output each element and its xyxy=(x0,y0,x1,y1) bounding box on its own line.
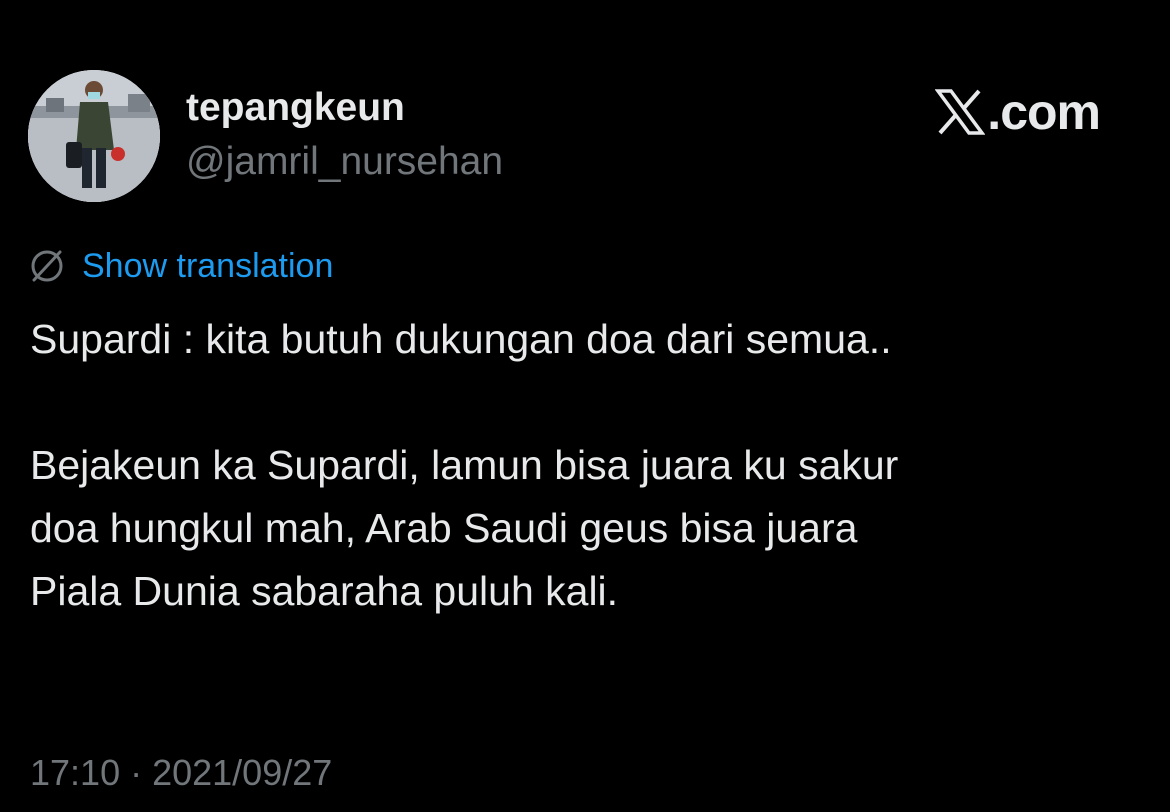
brand-watermark: .com xyxy=(935,84,1101,140)
tweet-body: Supardi : kita butuh dukungan doa dari s… xyxy=(30,308,1140,623)
show-translation-link[interactable]: Show translation xyxy=(82,247,333,286)
globe-slash-icon xyxy=(31,250,63,282)
tweet-timestamp[interactable]: 17:10 · 2021/09/27 xyxy=(30,752,332,794)
brand-domain-text: .com xyxy=(987,84,1101,140)
author-display-name[interactable]: tepangkeun xyxy=(186,86,405,131)
avatar[interactable] xyxy=(28,70,160,202)
tweet-line: Piala Dunia sabaraha puluh kali. xyxy=(30,568,619,614)
tweet-line: Bejakeun ka Supardi, lamun bisa juara ku… xyxy=(30,442,899,488)
avatar-photo xyxy=(28,70,160,202)
author-handle[interactable]: @jamril_nursehan xyxy=(186,140,503,185)
show-translation-row[interactable]: Show translation xyxy=(28,244,333,288)
x-logo-icon xyxy=(935,89,986,135)
tweet-line: doa hungkul mah, Arab Saudi geus bisa ju… xyxy=(30,505,858,551)
tweet-line: Supardi : kita butuh dukungan doa dari s… xyxy=(30,316,892,362)
